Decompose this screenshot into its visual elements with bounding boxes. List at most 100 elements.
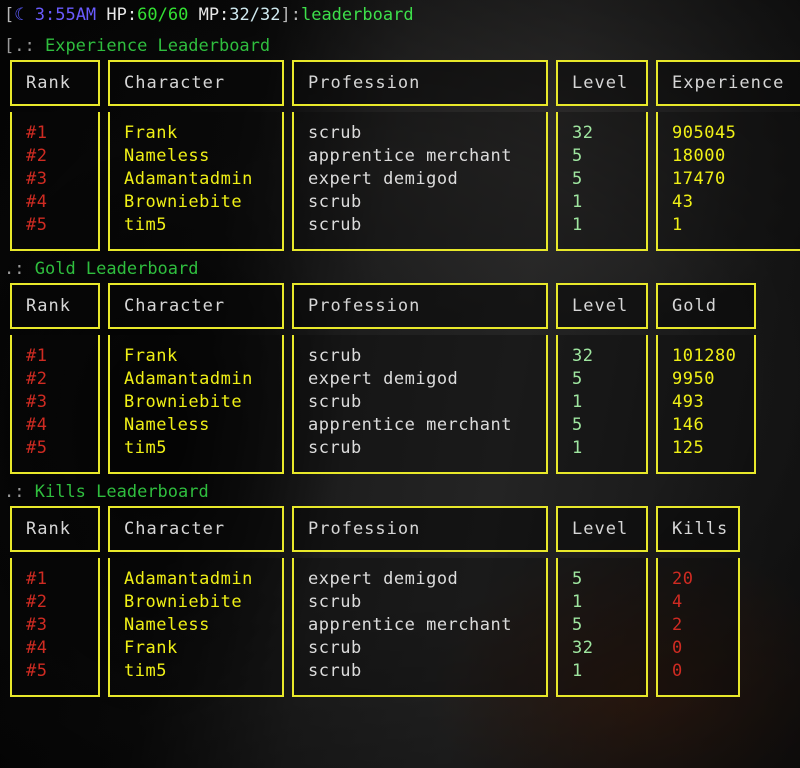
- table-cell: 1: [672, 215, 683, 235]
- leaderboards-container: [.: Experience Leaderboard Rank #1 #2 #3 #4 #5…: [0, 32, 800, 697]
- column-header-label: Level: [572, 296, 629, 316]
- table-cell: Nameless: [124, 146, 210, 166]
- column-header-level[interactable]: Level: [556, 283, 648, 329]
- prompt-close-bracket: ]:: [280, 5, 301, 25]
- table-cell: 1: [572, 592, 583, 612]
- table-cell: 32: [572, 346, 594, 366]
- column-header-rank[interactable]: Rank: [10, 283, 100, 329]
- column-header-rank[interactable]: Rank: [10, 60, 100, 106]
- column-body-character: Frank Nameless Adamantadmin Browniebite tim5: [108, 112, 284, 251]
- column-header-label: Gold: [672, 296, 717, 316]
- table-cell: #4: [26, 638, 48, 658]
- column-header-label: Rank: [26, 73, 71, 93]
- title-text: Gold Leaderboard: [34, 259, 199, 279]
- table-cell: Adamantadmin: [124, 569, 253, 589]
- hp-value: 60/60: [137, 5, 189, 25]
- table-cell: 1: [572, 215, 583, 235]
- table-cell: apprentice merchant: [308, 615, 512, 635]
- table-cell: 4: [672, 592, 683, 612]
- table-cell: scrub: [308, 123, 362, 143]
- table-cell: 2: [672, 615, 683, 635]
- table-cell: expert demigod: [308, 569, 459, 589]
- column-header-rank[interactable]: Rank: [10, 506, 100, 552]
- column-header-experience[interactable]: Experience: [656, 60, 800, 106]
- column-body-rank: #1 #2 #3 #4 #5: [10, 558, 100, 697]
- column-experience: Experience 905045 18000 17470 43 1: [656, 60, 800, 251]
- column-header-kills[interactable]: Kills: [656, 506, 740, 552]
- leaderboard-experience: [.: Experience Leaderboard Rank #1 #2 #3 #4 #5…: [0, 32, 800, 251]
- column-header-label: Rank: [26, 296, 71, 316]
- terminal-screen: [☾ 3:55AM HP:60/60 MP:32/32]:leaderboard…: [0, 0, 800, 768]
- column-header-label: Rank: [26, 519, 71, 539]
- table-cell: Frank: [124, 638, 178, 658]
- table-cell: 20: [672, 569, 694, 589]
- table-cell: 493: [672, 392, 705, 412]
- table-cell: 125: [672, 438, 705, 458]
- table-cell: scrub: [308, 215, 362, 235]
- table-cell: #3: [26, 169, 48, 189]
- table-cell: 1: [572, 192, 583, 212]
- column-header-label: Character: [124, 519, 226, 539]
- table-cell: 905045: [672, 123, 737, 143]
- table-cell: 5: [572, 615, 583, 635]
- title-prefix: .:: [4, 259, 25, 279]
- column-header-character[interactable]: Character: [108, 60, 284, 106]
- title-text: Kills Leaderboard: [34, 482, 209, 502]
- column-level: Level 5 1 5 32 1: [556, 506, 648, 697]
- column-header-profession[interactable]: Profession: [292, 60, 548, 106]
- leaderboard-title: .: Kills Leaderboard: [0, 478, 800, 506]
- column-character: Character Frank Adamantadmin Browniebite Nam…: [108, 283, 284, 474]
- column-body-rank: #1 #2 #3 #4 #5: [10, 112, 100, 251]
- column-level: Level 32 5 5 1 1: [556, 60, 648, 251]
- table-cell: scrub: [308, 192, 362, 212]
- table-cell: 1: [572, 438, 583, 458]
- column-body-character: Frank Adamantadmin Browniebite Nameless tim5: [108, 335, 284, 474]
- prompt-open-bracket: [: [4, 5, 15, 25]
- column-body-profession: scrub expert demigod scrub apprentice merch…: [292, 335, 548, 474]
- table-cell: tim5: [124, 661, 167, 681]
- table-cell: #5: [26, 438, 48, 458]
- mp-value: 32/32: [229, 5, 281, 25]
- column-header-character[interactable]: Character: [108, 506, 284, 552]
- game-time: 3:55AM: [34, 5, 97, 25]
- table-cell: #2: [26, 592, 48, 612]
- table-cell: scrub: [308, 346, 362, 366]
- table-cell: 9950: [672, 369, 715, 389]
- column-header-label: Character: [124, 73, 226, 93]
- table-cell: 146: [672, 415, 705, 435]
- column-header-label: Profession: [308, 73, 421, 93]
- table-cell: 1: [572, 392, 583, 412]
- column-header-gold[interactable]: Gold: [656, 283, 756, 329]
- column-rank: Rank #1 #2 #3 #4 #5: [10, 506, 100, 697]
- column-header-profession[interactable]: Profession: [292, 283, 548, 329]
- leaderboard-title: .: Gold Leaderboard: [0, 255, 800, 283]
- table-cell: Nameless: [124, 615, 210, 635]
- table-cell: 5: [572, 415, 583, 435]
- table-cell: expert demigod: [308, 369, 459, 389]
- table-cell: #1: [26, 346, 48, 366]
- table-cell: apprentice merchant: [308, 146, 512, 166]
- table-cell: 32: [572, 123, 594, 143]
- column-header-label: Profession: [308, 519, 421, 539]
- table-cell: #2: [26, 369, 48, 389]
- table-cell: Browniebite: [124, 592, 243, 612]
- column-profession: Profession scrub expert demigod scrub appren…: [292, 283, 548, 474]
- table-cell: 43: [672, 192, 694, 212]
- table-cell: #3: [26, 615, 48, 635]
- column-header-character[interactable]: Character: [108, 283, 284, 329]
- column-profession: Profession expert demigod scrub apprentice …: [292, 506, 548, 697]
- column-header-level[interactable]: Level: [556, 60, 648, 106]
- column-header-level[interactable]: Level: [556, 506, 648, 552]
- column-rank: Rank #1 #2 #3 #4 #5: [10, 60, 100, 251]
- title-text: Experience Leaderboard: [44, 36, 271, 56]
- column-body-character: Adamantadmin Browniebite Nameless Frank tim5: [108, 558, 284, 697]
- column-body-level: 5 1 5 32 1: [556, 558, 648, 697]
- table-cell: #2: [26, 146, 48, 166]
- moon-icon: ☾: [14, 5, 25, 25]
- column-level: Level 32 5 1 5 1: [556, 283, 648, 474]
- column-character: Character Adamantadmin Browniebite Nameless…: [108, 506, 284, 697]
- table-cell: Browniebite: [124, 392, 243, 412]
- table-cell: #1: [26, 123, 48, 143]
- column-header-profession[interactable]: Profession: [292, 506, 548, 552]
- column-header-label: Character: [124, 296, 226, 316]
